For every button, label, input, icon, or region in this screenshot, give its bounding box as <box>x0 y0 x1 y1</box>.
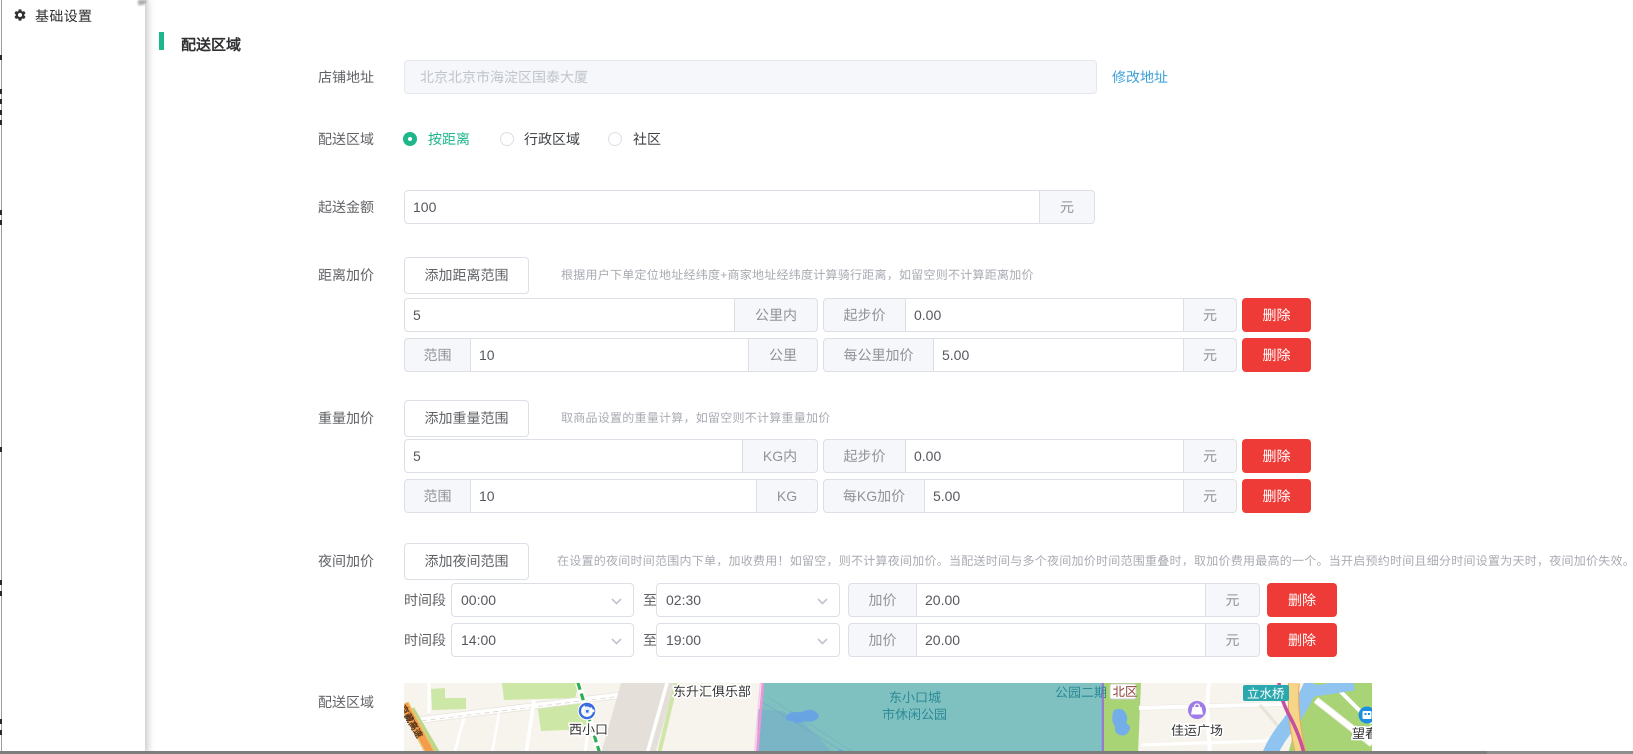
svg-text:西小口: 西小口 <box>569 719 608 738</box>
svg-text:市休闲公园: 市休闲公园 <box>882 704 947 723</box>
svg-text:公园二期: 公园二期 <box>1055 683 1107 701</box>
svg-text:北区: 北区 <box>1113 683 1138 700</box>
svg-text:佳运广场: 佳运广场 <box>1171 720 1223 739</box>
svg-text:望春: 望春 <box>1352 723 1372 742</box>
svg-text:东升汇俱乐部: 东升汇俱乐部 <box>673 683 751 700</box>
svg-text:立水桥: 立水桥 <box>1247 683 1285 702</box>
